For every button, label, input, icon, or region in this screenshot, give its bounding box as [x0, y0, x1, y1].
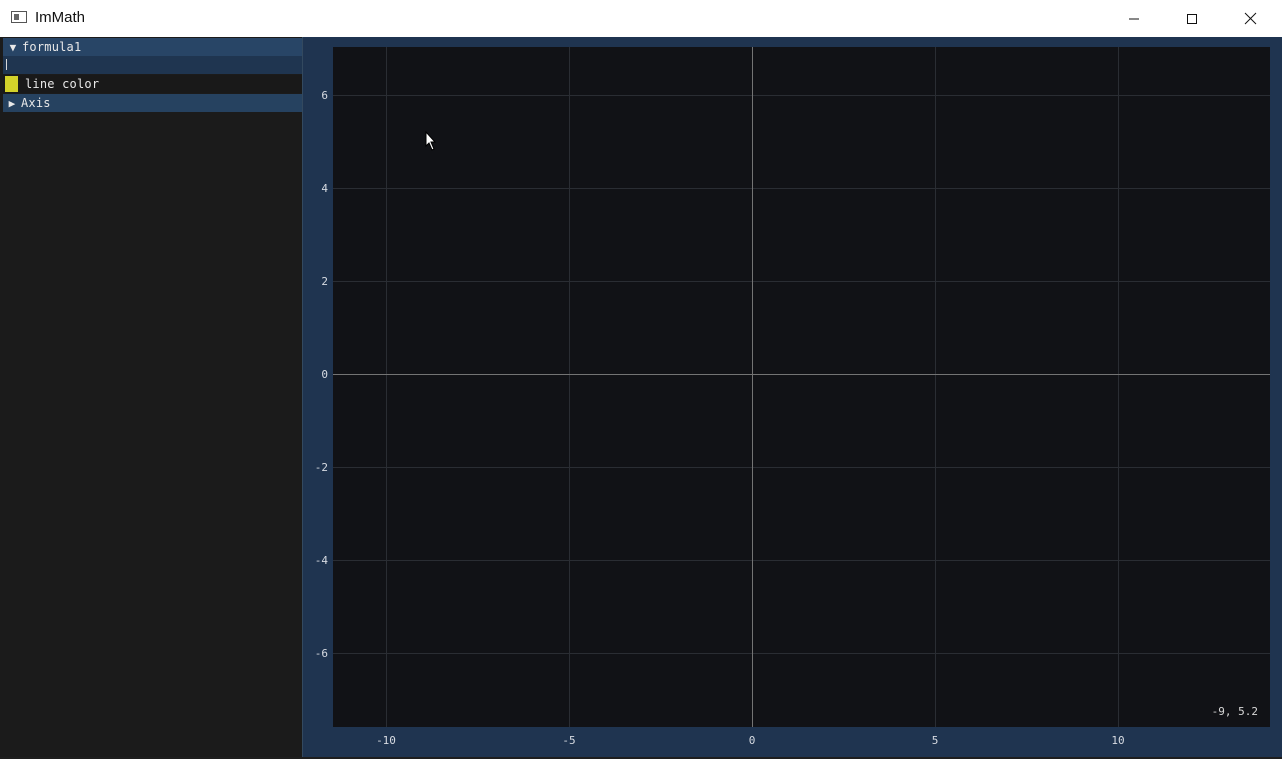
title-bar: ImMath [0, 0, 1282, 37]
plot-panel: 6 4 2 0 -2 -4 -6 -9, 5.2 -10 -5 0 5 10 [303, 37, 1282, 757]
y-tick-label: 4 [321, 182, 328, 195]
x-tick-label: 10 [1111, 734, 1125, 747]
x-tick-label: -5 [562, 734, 576, 747]
minimize-icon [1129, 18, 1139, 19]
y-tick-label: -2 [314, 461, 328, 474]
window-title: ImMath [35, 9, 86, 26]
coordinate-readout: -9, 5.2 [1211, 705, 1258, 718]
y-tick-label: -6 [314, 647, 328, 660]
close-button[interactable] [1221, 0, 1279, 37]
formula-input[interactable] [3, 56, 302, 74]
line-color-swatch[interactable] [5, 76, 18, 92]
x-tick-label: -10 [376, 734, 396, 747]
collapsed-arrow-icon: ▶ [8, 96, 16, 110]
app-window-icon [11, 11, 27, 23]
y-tick-label: 2 [321, 275, 328, 288]
text-cursor [6, 59, 7, 70]
maximize-icon [1187, 13, 1197, 24]
graph-canvas[interactable]: -9, 5.2 [333, 47, 1270, 727]
expand-arrow-icon: ▼ [9, 40, 17, 54]
y-tick-label: -4 [314, 554, 328, 567]
line-color-label: line color [25, 77, 100, 91]
formula1-tree-node[interactable]: ▼ formula1 [3, 38, 302, 56]
maximize-button[interactable] [1163, 0, 1221, 37]
line-color-row[interactable]: line color [3, 75, 302, 93]
y-tick-label: 6 [321, 89, 328, 102]
x-tick-label: 0 [748, 734, 756, 747]
x-tick-label: 5 [931, 734, 939, 747]
axis-tree-node[interactable]: ▶ Axis [3, 94, 302, 112]
graph-svg [333, 47, 1270, 727]
mouse-pointer-icon [425, 131, 436, 151]
minimize-button[interactable] [1105, 0, 1163, 37]
formula-sidebar: ▼ formula1 line color ▶ Axis [0, 37, 303, 757]
formula-label: formula1 [22, 40, 82, 54]
y-tick-label: 0 [321, 368, 328, 381]
app-body: ▼ formula1 line color ▶ Axis 6 4 2 0 -2 … [0, 37, 1282, 759]
close-icon [1244, 12, 1256, 25]
axis-label: Axis [21, 96, 51, 110]
